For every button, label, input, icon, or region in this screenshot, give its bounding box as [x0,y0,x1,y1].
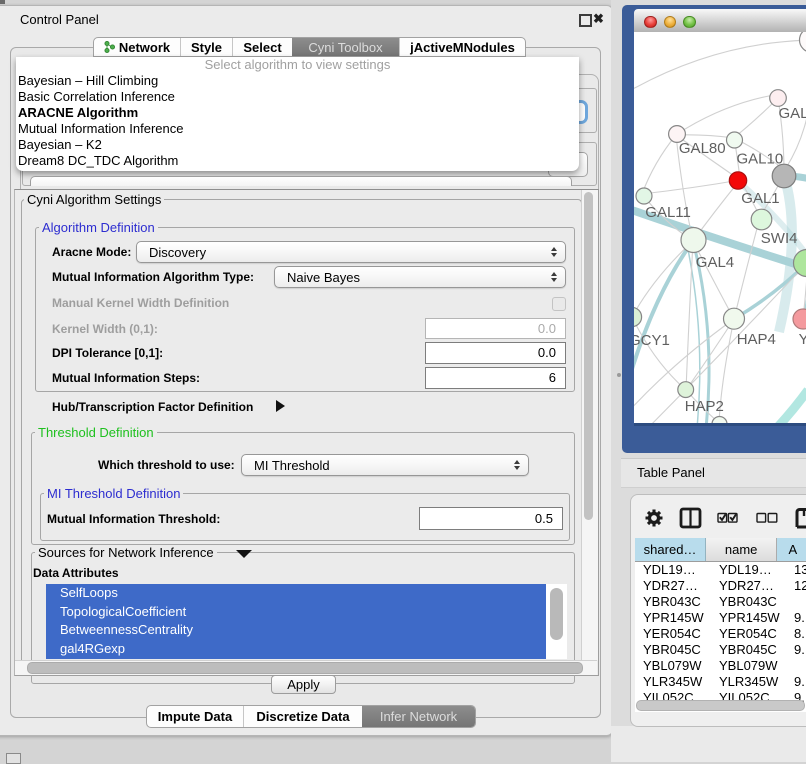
svg-text:GAL80: GAL80 [679,140,726,157]
svg-text:GAL1: GAL1 [741,190,779,207]
svg-text:GAL7: GAL7 [779,105,806,122]
svg-text:GAL4: GAL4 [696,254,734,271]
svg-text:GCY1: GCY1 [634,332,670,349]
svg-text:HAP2: HAP2 [685,398,724,415]
svg-text:HAP4: HAP4 [737,331,776,348]
svg-text:SWI4: SWI4 [761,230,798,247]
svg-text:GAL11: GAL11 [645,204,691,221]
svg-text:GAL10: GAL10 [737,151,784,168]
svg-text:YJ: YJ [799,331,806,348]
